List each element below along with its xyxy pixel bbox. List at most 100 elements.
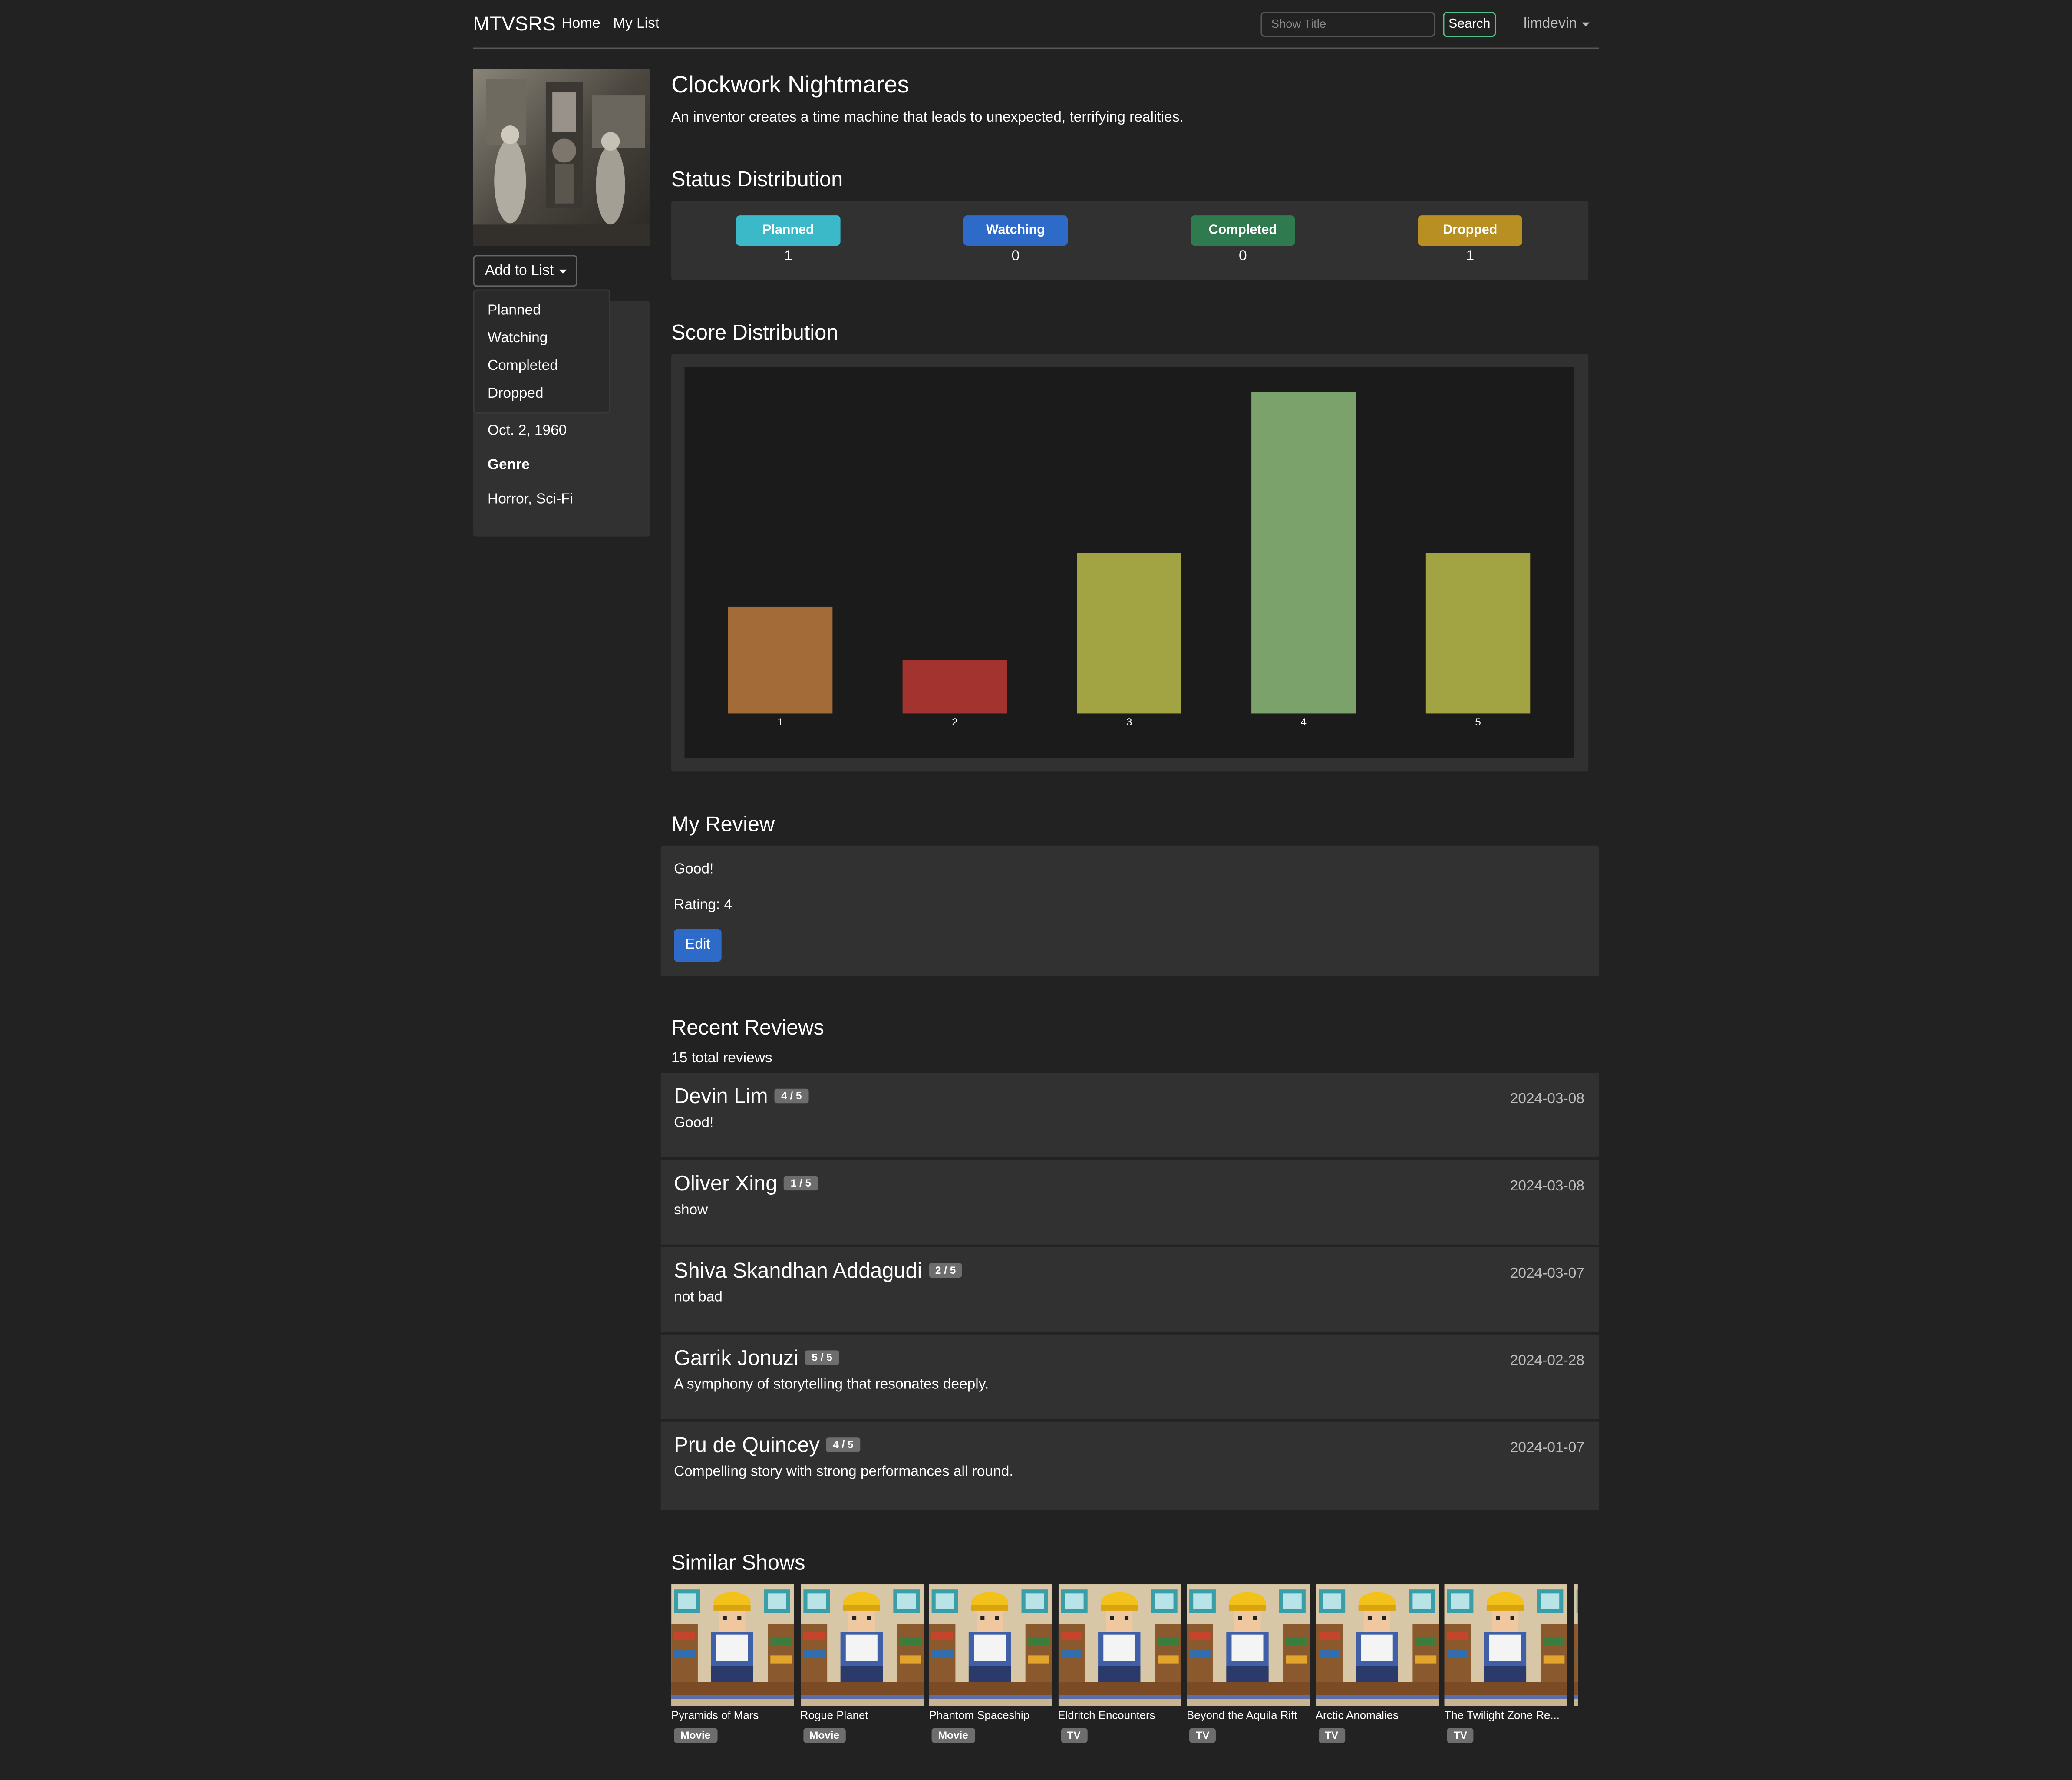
similar-show-card[interactable]: Pyramids of Mars Movie: [671, 1584, 795, 1745]
menu-item-dropped[interactable]: Dropped: [488, 386, 543, 402]
status-distribution-panel: Planned 1 Watching 0 Completed 0 Dropped…: [671, 201, 1589, 280]
user-name: limdevin: [1524, 16, 1577, 32]
show-poster: [473, 69, 650, 246]
status-badge-dropped: Dropped: [1418, 215, 1522, 246]
show-type-badge: TV: [1447, 1728, 1474, 1743]
my-review-rating: Rating: 4: [674, 897, 732, 913]
search-button[interactable]: Search: [1443, 12, 1496, 37]
add-to-list-menu: Planned Watching Completed Dropped: [473, 289, 611, 414]
similar-show-title: The Twilight Zone Re...: [1444, 1708, 1560, 1722]
show-thumbnail: [929, 1584, 1052, 1706]
similar-show-card[interactable]: Phantom Spaceship Movie: [929, 1584, 1052, 1745]
similar-show-card[interactable]: Beyond the Aquila Rift TV: [1186, 1584, 1310, 1745]
similar-show-title: Rogue Planet: [800, 1708, 868, 1722]
similar-shows-row: Pyramids of Mars Movie Rogue Planet Movie Ph…: [671, 1584, 1578, 1748]
score-chart: 1 2 3 4 5: [684, 367, 1574, 758]
review-text: A symphony of storytelling that resonate…: [674, 1377, 989, 1393]
score-badge: 1 / 5: [784, 1176, 818, 1191]
release-date: Oct. 2, 1960: [488, 422, 567, 439]
status-count-completed: 0: [1238, 248, 1247, 264]
show-thumbnail: [1186, 1584, 1310, 1706]
review-card: Garrik Jonuzi 5 / 5 2024-02-28 A symphony…: [660, 1334, 1599, 1419]
review-card: Devin Lim 4 / 5 2024-03-08 Good!: [660, 1073, 1599, 1158]
search-input[interactable]: Show Title: [1260, 12, 1435, 37]
status-badge-completed: Completed: [1191, 215, 1295, 246]
review-date: 2024-01-07: [1510, 1440, 1585, 1456]
review-text: Compelling story with strong performance…: [674, 1464, 1013, 1480]
add-to-list-button[interactable]: Add to List: [473, 255, 577, 287]
score-bar-1: [728, 606, 833, 714]
show-thumbnail: [1444, 1584, 1567, 1706]
review-text: Good!: [674, 1115, 714, 1131]
score-chart-svg: 1 2 3 4 5: [728, 392, 1531, 728]
reviewer-name: Devin Lim: [674, 1086, 768, 1109]
similar-show-card[interactable]: Eldritch Encounters TV: [1058, 1584, 1181, 1745]
show-type-badge: Movie: [802, 1728, 846, 1743]
brand-logo[interactable]: MTVSRS: [473, 13, 556, 36]
show-type-badge: TV: [1318, 1728, 1345, 1743]
review-date: 2024-03-07: [1510, 1266, 1585, 1282]
review-date: 2024-02-28: [1510, 1353, 1585, 1369]
review-date: 2024-03-08: [1510, 1091, 1585, 1108]
menu-item-completed[interactable]: Completed: [488, 358, 558, 374]
show-description: An inventor creates a time machine that …: [671, 109, 1184, 126]
score-bar-3: [1077, 553, 1181, 714]
review-text: show: [674, 1202, 708, 1219]
show-thumbnail: [1315, 1584, 1439, 1706]
score-bar-5: [1425, 553, 1531, 714]
show-thumbnail: [671, 1584, 795, 1706]
score-badge: 2 / 5: [928, 1263, 963, 1278]
status-distribution-heading: Status Distribution: [671, 169, 843, 192]
menu-item-watching[interactable]: Watching: [488, 330, 548, 346]
genre-label: Genre: [488, 457, 530, 473]
similar-show-card[interactable]: Rogue Planet Movie: [800, 1584, 923, 1745]
score-badge: 4 / 5: [826, 1437, 860, 1452]
reviewer-name: Pru de Quincey: [674, 1435, 820, 1457]
show-type-badge: TV: [1189, 1728, 1216, 1743]
similar-show-card[interactable]: [1573, 1584, 1578, 1706]
score-bar-4: [1251, 392, 1356, 714]
show-type-badge: Movie: [931, 1728, 975, 1743]
show-type-badge: TV: [1060, 1728, 1087, 1743]
score-badge: 4 / 5: [774, 1088, 808, 1104]
status-count-watching: 0: [1011, 248, 1020, 264]
status-badge-watching: Watching: [963, 215, 1068, 246]
nav-home-link[interactable]: Home: [561, 16, 600, 32]
score-tick-label: 5: [1475, 716, 1481, 728]
reviewer-name: Garrik Jonuzi: [674, 1348, 798, 1371]
similar-show-title: Pyramids of Mars: [671, 1708, 759, 1722]
similar-show-card[interactable]: The Twilight Zone Re... TV: [1444, 1584, 1567, 1745]
similar-show-title: Phantom Spaceship: [929, 1708, 1030, 1722]
score-badge: 5 / 5: [805, 1350, 839, 1365]
score-tick-label: 2: [952, 716, 958, 728]
genre-value: Horror, Sci-Fi: [488, 491, 574, 508]
score-distribution-heading: Score Distribution: [671, 322, 838, 345]
nav-my-list-link[interactable]: My List: [613, 16, 659, 32]
score-tick-label: 3: [1126, 716, 1132, 728]
review-text: not bad: [674, 1289, 723, 1305]
review-card: Pru de Quincey 4 / 5 2024-01-07 Compellin…: [660, 1421, 1599, 1510]
nav-divider: [473, 47, 1599, 49]
status-count-dropped: 1: [1466, 248, 1475, 264]
recent-reviews-heading: Recent Reviews: [671, 1017, 824, 1040]
show-title: Clockwork Nightmares: [671, 71, 910, 98]
score-bar-2: [902, 660, 1007, 714]
add-to-list-label: Add to List: [485, 263, 554, 279]
score-tick-label: 4: [1301, 716, 1307, 728]
menu-item-planned[interactable]: Planned: [488, 303, 541, 319]
status-count-planned: 1: [784, 248, 792, 264]
chevron-down-icon: [1582, 22, 1590, 26]
score-tick-label: 1: [777, 716, 783, 728]
review-date: 2024-03-08: [1510, 1178, 1585, 1195]
similar-show-title: Beyond the Aquila Rift: [1186, 1708, 1297, 1722]
show-thumbnail: [800, 1584, 923, 1706]
edit-review-button[interactable]: Edit: [674, 929, 722, 962]
show-thumbnail: [1058, 1584, 1181, 1706]
show-thumbnail: [1573, 1584, 1578, 1706]
similar-shows-heading: Similar Shows: [671, 1552, 805, 1575]
reviewer-name: Shiva Skandhan Addagudi: [674, 1260, 922, 1283]
user-menu[interactable]: limdevin: [1524, 16, 1590, 32]
review-card: Shiva Skandhan Addagudi 2 / 5 2024-03-07 …: [660, 1247, 1599, 1332]
similar-show-card[interactable]: Arctic Anomalies TV: [1315, 1584, 1439, 1745]
show-type-badge: Movie: [674, 1728, 717, 1743]
